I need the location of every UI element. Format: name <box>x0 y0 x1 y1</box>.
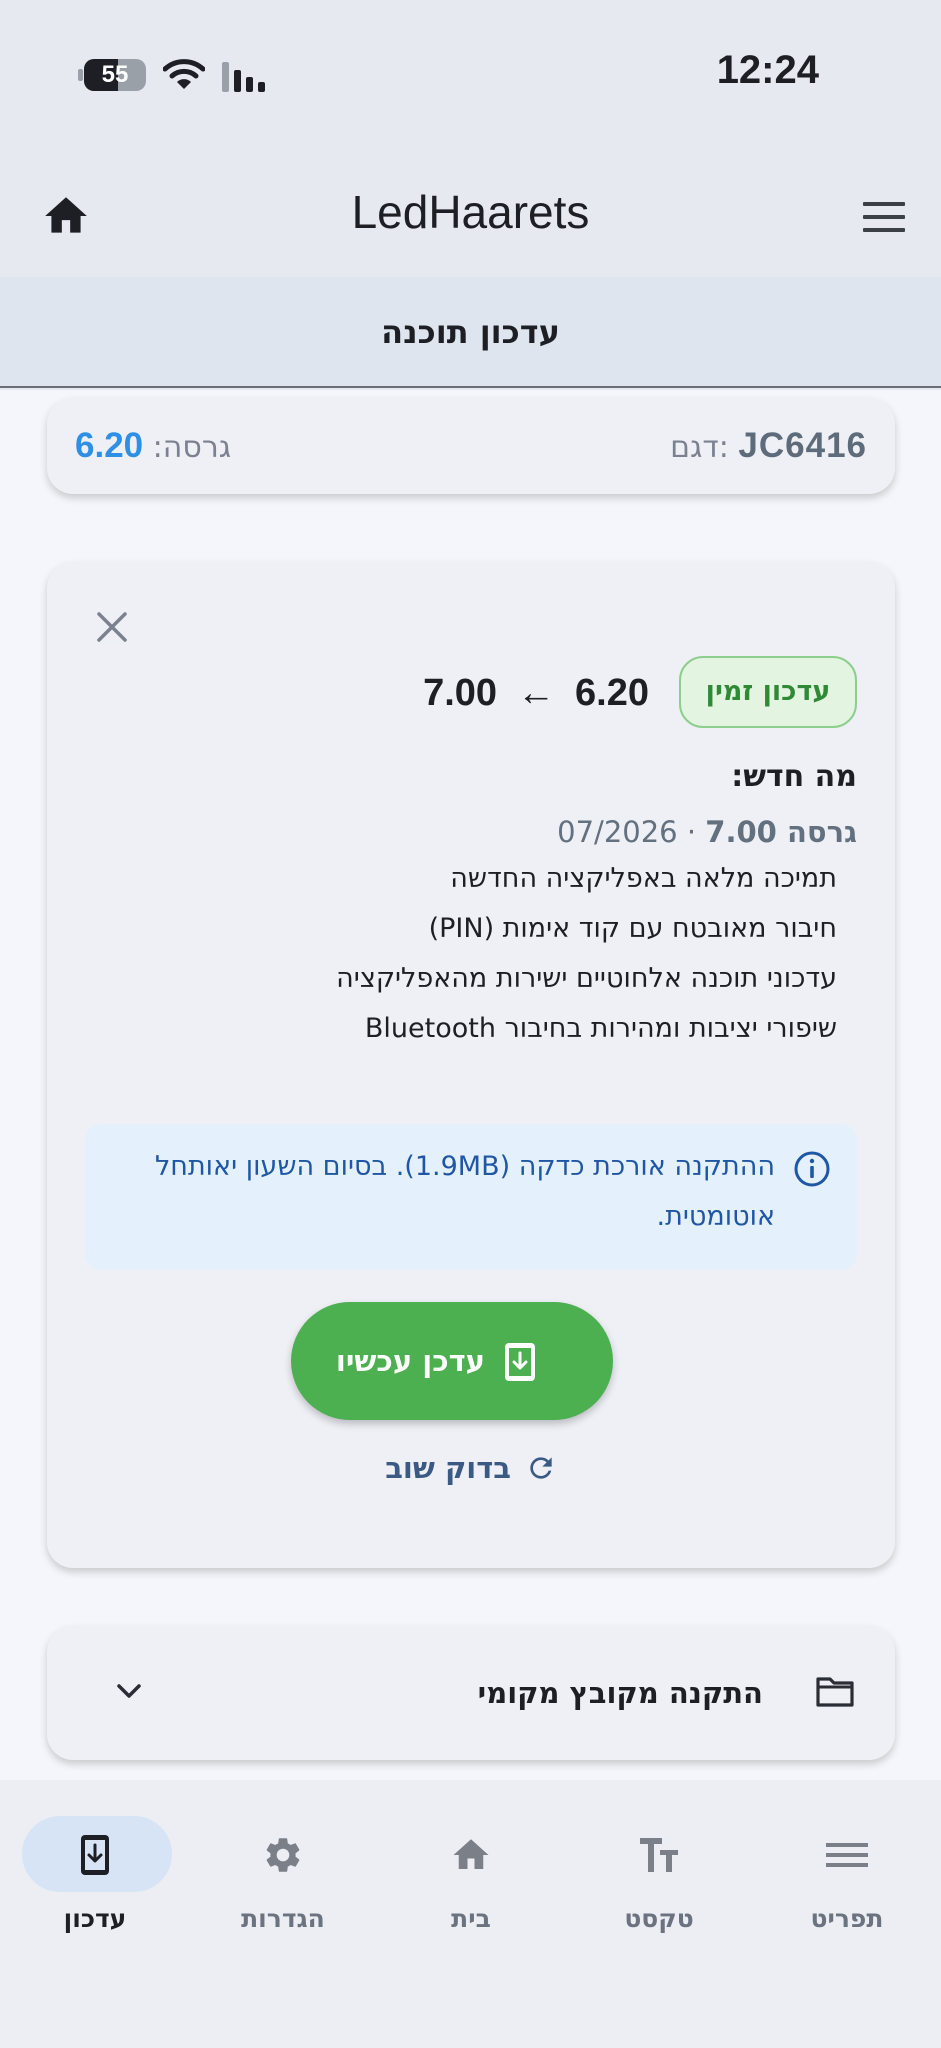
page-title: עדכון תוכנה <box>0 277 941 388</box>
arrow-left-icon: ← <box>517 672 556 714</box>
battery-percent: 55 <box>101 61 129 88</box>
update-now-button[interactable]: עדכן עכשיו <box>291 1302 613 1420</box>
install-info-text: ההתקנה אורכת כדקה (1.9MB). בסיום השעון י… <box>154 1151 775 1232</box>
update-now-label: עדכן עכשיו <box>335 1344 485 1378</box>
nav-item-text[interactable]: טקסט <box>565 1816 753 1936</box>
firmware-label: גרסה: <box>152 430 232 465</box>
close-icon[interactable] <box>95 610 129 644</box>
install-info-box: ההתקנה אורכת כדקה (1.9MB). בסיום השעון י… <box>85 1124 857 1270</box>
status-time: 12:24 <box>716 48 819 92</box>
local-install-label: התקנה מקובץ מקומי <box>477 1676 763 1710</box>
release-note: עדכוני תוכנה אלחוטיים ישירות מהאפליקציה <box>336 963 837 994</box>
nav-label-home: בית <box>451 1904 491 1933</box>
current-version: 6.20 <box>575 672 649 714</box>
update-phone-icon <box>81 1835 109 1875</box>
release-notes: תמיכה מלאה באפליקציה החדשה חיבור מאובטח … <box>336 854 837 1054</box>
cellular-signal-icon <box>222 62 265 92</box>
menu-icon <box>826 1843 868 1867</box>
nav-label-text: טקסט <box>624 1904 694 1933</box>
release-date: · 07/2026 <box>557 815 697 849</box>
home-icon <box>453 1839 489 1869</box>
nav-item-menu[interactable]: תפריט <box>753 1816 941 1936</box>
check-again-label: בדוק שוב <box>385 1451 511 1485</box>
release-note: חיבור מאובטח עם קוד אימות (PIN) <box>428 913 837 944</box>
firmware-info: גרסה: 6.20 <box>75 398 231 494</box>
new-version: 7.00 <box>423 672 498 714</box>
gear-icon <box>266 1838 300 1872</box>
nav-item-settings[interactable]: הגדרות <box>189 1816 377 1936</box>
model-label: דגם: <box>670 430 729 465</box>
model-info: דגם: JC6416 <box>670 398 867 494</box>
app-bar: LedHaarets <box>0 155 941 277</box>
hamburger-menu-icon[interactable] <box>861 197 907 237</box>
release-version: גרסה 7.00 <box>705 815 857 849</box>
model-value: JC6416 <box>738 426 867 465</box>
local-install-card[interactable]: התקנה מקובץ מקומי <box>47 1626 895 1760</box>
refresh-icon <box>530 1457 552 1479</box>
version-change: 7.00 ← 6.20 <box>423 658 649 728</box>
update-available-badge: עדכון זמין <box>679 656 857 728</box>
phone-download-icon <box>505 1343 535 1381</box>
nav-item-update[interactable]: עדכון <box>1 1816 189 1936</box>
main-content: דגם: JC6416 גרסה: 6.20 עדכון זמין 7.00 ← 6… <box>0 390 941 1780</box>
whats-new-title: מה חדש: <box>731 759 857 794</box>
update-card: עדכון זמין 7.00 ← 6.20 מה חדש: גרסה 7.00 ·… <box>47 562 895 1568</box>
chevron-down-icon[interactable] <box>115 1680 143 1704</box>
app-title: LedHaarets <box>351 186 590 238</box>
nav-label-menu: תפריט <box>810 1904 884 1933</box>
release-version-line: גרסה 7.00 · 07/2026 <box>557 804 857 860</box>
check-again-button[interactable]: בדוק שוב <box>377 1438 577 1498</box>
firmware-value: 6.20 <box>75 426 144 465</box>
status-bar: 55 12:24 <box>0 0 941 155</box>
wifi-icon <box>163 59 205 89</box>
info-icon <box>794 1151 830 1187</box>
battery-icon: 55 <box>78 59 146 91</box>
bottom-navigation: תפריט טקסט בית הגדרות עדכון <box>0 1780 941 2048</box>
release-note: שיפורי יציבות ומהירות בחיבור Bluetooth <box>364 1013 837 1044</box>
nav-label-settings: הגדרות <box>241 1904 325 1933</box>
nav-label-update: עדכון <box>63 1904 127 1933</box>
text-size-icon <box>640 1838 678 1872</box>
nav-item-home[interactable]: בית <box>377 1816 565 1936</box>
folder-icon <box>816 1677 854 1707</box>
release-note: תמיכה מלאה באפליקציה החדשה <box>450 863 837 894</box>
device-info-card: דגם: JC6416 גרסה: 6.20 <box>47 398 895 494</box>
